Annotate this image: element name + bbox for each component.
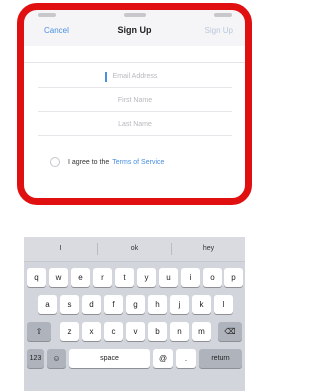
key-m[interactable]: m <box>192 322 211 341</box>
status-bar <box>24 10 245 20</box>
first-name-placeholder: First Name <box>117 97 153 104</box>
terms-of-service-link[interactable]: Terms of Service <box>112 159 164 166</box>
keyboard: I ok hey q w e r t y u i o p a s d f g h… <box>24 237 245 391</box>
last-name-placeholder: Last Name <box>118 121 152 128</box>
status-carrier <box>38 13 56 17</box>
key-n[interactable]: n <box>170 322 189 341</box>
shift-key[interactable]: ⇧ <box>27 322 51 341</box>
status-battery <box>214 13 232 17</box>
screen: Cancel Sign Up Sign Up Email Address Fir… <box>0 0 267 391</box>
key-x[interactable]: x <box>82 322 101 341</box>
divider <box>24 62 245 63</box>
terms-agreement-row: I agree to the Terms of Service <box>50 155 164 169</box>
space-key[interactable]: space <box>69 349 150 368</box>
key-c[interactable]: c <box>104 322 123 341</box>
delete-key[interactable]: ⌫ <box>218 322 242 341</box>
delete-icon: ⌫ <box>224 327 236 336</box>
key-v[interactable]: v <box>126 322 145 341</box>
return-key[interactable]: return <box>199 349 242 368</box>
key-l[interactable]: l <box>214 295 233 314</box>
status-time <box>124 13 146 17</box>
navigation-bar: Cancel Sign Up Sign Up <box>24 10 245 47</box>
key-s[interactable]: s <box>60 295 79 314</box>
key-p[interactable]: p <box>224 268 243 287</box>
shift-icon: ⇧ <box>35 327 43 336</box>
suggestion-bar: I ok hey <box>24 237 245 262</box>
key-e[interactable]: e <box>71 268 90 287</box>
key-h[interactable]: h <box>148 295 167 314</box>
key-t[interactable]: t <box>115 268 134 287</box>
sign-up-button[interactable]: Sign Up <box>205 26 233 35</box>
suggestion-item[interactable]: hey <box>172 245 245 252</box>
key-i[interactable]: i <box>181 268 200 287</box>
at-key[interactable]: @ <box>153 349 173 368</box>
key-a[interactable]: a <box>38 295 57 314</box>
key-g[interactable]: g <box>126 295 145 314</box>
key-q[interactable]: q <box>27 268 46 287</box>
key-w[interactable]: w <box>49 268 68 287</box>
key-o[interactable]: o <box>203 268 222 287</box>
emoji-key[interactable]: ☺ <box>47 349 66 368</box>
suggestion-item[interactable]: ok <box>98 245 171 252</box>
suggestion-item[interactable]: I <box>24 245 97 252</box>
numbers-key[interactable]: 123 <box>27 349 44 368</box>
key-j[interactable]: j <box>170 295 189 314</box>
last-name-field[interactable]: Last Name <box>38 115 232 136</box>
sign-up-form: Email Address First Name Last Name I agr… <box>24 46 245 198</box>
agree-label: I agree to the <box>68 158 110 166</box>
email-placeholder: Email Address <box>112 73 158 80</box>
key-y[interactable]: y <box>137 268 156 287</box>
email-field[interactable]: Email Address <box>38 67 232 88</box>
key-k[interactable]: k <box>192 295 211 314</box>
terms-checkbox[interactable] <box>50 157 60 167</box>
key-b[interactable]: b <box>148 322 167 341</box>
period-key[interactable]: . <box>176 349 196 368</box>
first-name-field[interactable]: First Name <box>38 91 232 112</box>
key-z[interactable]: z <box>60 322 79 341</box>
key-f[interactable]: f <box>104 295 123 314</box>
key-u[interactable]: u <box>159 268 178 287</box>
emoji-icon: ☺ <box>52 354 61 363</box>
key-r[interactable]: r <box>93 268 112 287</box>
key-d[interactable]: d <box>82 295 101 314</box>
